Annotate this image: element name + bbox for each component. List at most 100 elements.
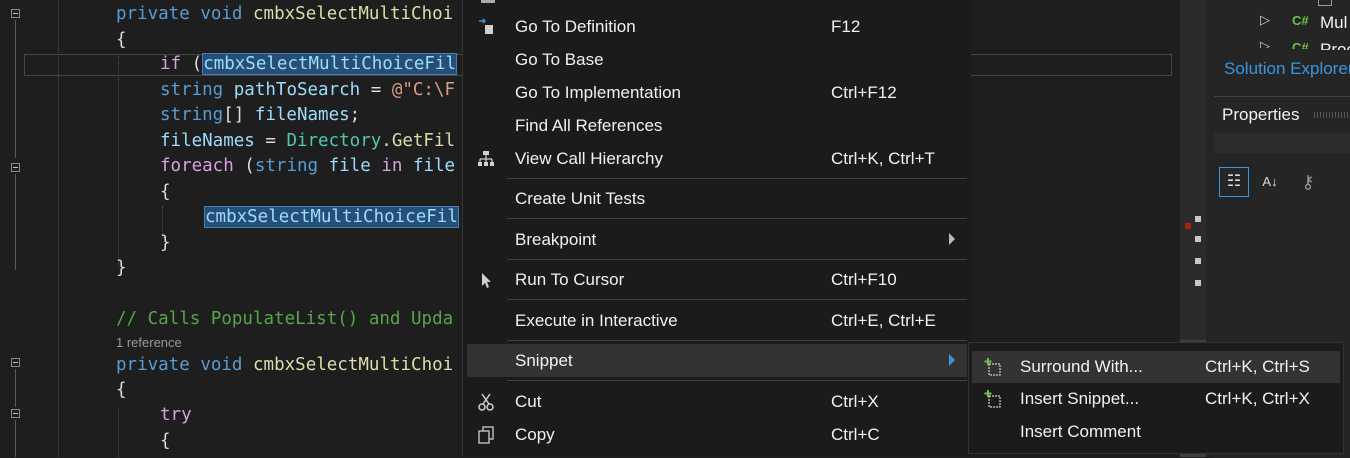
collapse-toggle[interactable] bbox=[11, 358, 20, 367]
menu-item-run-to-cursor[interactable]: Run To Cursor Ctrl+F10 bbox=[467, 263, 967, 296]
code-token: fileNames bbox=[254, 105, 350, 125]
properties-object-selector[interactable] bbox=[1214, 133, 1350, 153]
submenu-item-label: Surround With... bbox=[1020, 357, 1143, 376]
collapse-toggle[interactable] bbox=[11, 409, 20, 418]
code-token: { bbox=[160, 431, 171, 451]
code-token: Directory bbox=[286, 131, 382, 151]
menu-separator bbox=[507, 299, 967, 300]
code-token: if bbox=[160, 54, 182, 74]
menu-item-partial-icon bbox=[481, 0, 495, 3]
menu-separator bbox=[507, 259, 967, 260]
scissors-icon bbox=[477, 393, 495, 411]
code-line[interactable]: } bbox=[160, 232, 171, 254]
menu-separator bbox=[507, 380, 967, 381]
scroll-marker bbox=[1195, 280, 1201, 286]
menu-item-shortcut: Ctrl+K, Ctrl+T bbox=[831, 149, 935, 168]
code-token: ; bbox=[349, 105, 361, 125]
code-token: { bbox=[116, 30, 127, 50]
menu-item-label: Create Unit Tests bbox=[515, 189, 646, 208]
expand-arrow-icon[interactable]: ▷ bbox=[1260, 38, 1270, 48]
menu-item-breakpoint[interactable]: Breakpoint bbox=[467, 223, 967, 256]
menu-item-cut[interactable]: Cut Ctrl+X bbox=[467, 385, 967, 418]
menu-item-execute-in-interactive[interactable]: Execute in Interactive Ctrl+E, Ctrl+E bbox=[467, 304, 967, 337]
menu-item-create-unit-tests[interactable]: Create Unit Tests bbox=[467, 182, 967, 215]
menu-item-view-call-hierarchy[interactable]: View Call Hierarchy Ctrl+K, Ctrl+T bbox=[467, 142, 967, 175]
code-token: fileNames bbox=[160, 131, 255, 151]
code-line[interactable]: string[] fileNames; bbox=[160, 104, 360, 126]
code-line[interactable]: { bbox=[160, 430, 171, 452]
tree-item-label[interactable]: Proc bbox=[1320, 40, 1350, 50]
menu-item-shortcut: Ctrl+C bbox=[831, 425, 880, 444]
snippet-add-icon bbox=[984, 358, 1002, 376]
menu-item-label: Go To Implementation bbox=[515, 83, 681, 102]
code-token: cmbxSelectMultiChoiceFil bbox=[202, 53, 458, 75]
code-token: string bbox=[254, 156, 319, 176]
menu-item-go-to-base[interactable]: Go To Base bbox=[467, 43, 967, 76]
code-token: ( bbox=[233, 156, 255, 176]
code-line[interactable]: { bbox=[116, 29, 127, 51]
categorized-view-icon[interactable]: ☷ bbox=[1219, 167, 1249, 197]
code-line[interactable]: fileNames = Directory.GetFil bbox=[160, 130, 455, 152]
menu-item-shortcut: Ctrl+F12 bbox=[831, 83, 897, 102]
code-line[interactable]: if (cmbxSelectMultiChoiceFil bbox=[160, 53, 458, 75]
alphabetical-view-icon[interactable]: A↓ bbox=[1256, 167, 1284, 197]
copy-icon bbox=[477, 426, 495, 444]
csharp-project-icon: C# bbox=[1292, 40, 1309, 49]
code-line[interactable]: foreach (string file in file bbox=[160, 155, 455, 177]
code-token: string bbox=[160, 105, 224, 125]
menu-item-label: Cut bbox=[515, 392, 542, 411]
collapse-toggle[interactable] bbox=[11, 163, 20, 172]
scroll-marker bbox=[1195, 236, 1201, 242]
menu-item-copy[interactable]: Copy Ctrl+C bbox=[467, 418, 967, 451]
tab-solution-explorer[interactable]: Solution Explorer bbox=[1224, 59, 1350, 79]
code-token: in bbox=[381, 156, 403, 176]
code-token: @"C:\F bbox=[391, 80, 456, 100]
code-line[interactable]: string pathToSearch = @"C:\F bbox=[160, 79, 455, 101]
code-line[interactable]: { bbox=[160, 181, 171, 203]
snippet-submenu: Surround With... Ctrl+K, Ctrl+S Insert S… bbox=[968, 342, 1344, 454]
collapse-toggle[interactable] bbox=[11, 9, 20, 18]
code-token: private bbox=[116, 355, 190, 375]
submenu-item-insert-comment[interactable]: Insert Comment bbox=[972, 416, 1340, 448]
code-line[interactable]: // Calls PopulateList() and Upda bbox=[116, 308, 453, 330]
menu-item-find-all-references[interactable]: Find All References bbox=[467, 109, 967, 142]
submenu-item-label: Insert Snippet... bbox=[1020, 389, 1140, 408]
code-token: cmbxSelectMultiChoi bbox=[253, 355, 454, 375]
drag-grip[interactable] bbox=[1314, 112, 1350, 118]
menu-item-label: Execute in Interactive bbox=[515, 311, 678, 330]
menu-separator bbox=[507, 218, 967, 219]
menu-item-shortcut: F12 bbox=[831, 17, 861, 36]
indent-guide bbox=[118, 408, 119, 457]
code-line[interactable]: private void cmbxSelectMultiChoi bbox=[116, 354, 453, 376]
menu-item-label: Snippet bbox=[515, 351, 573, 370]
menu-item-go-to-definition[interactable]: Go To Definition F12 bbox=[467, 10, 967, 43]
code-line[interactable]: cmbxSelectMultiChoiceFil bbox=[204, 206, 459, 228]
code-token: { bbox=[116, 380, 127, 400]
reference-codelens[interactable]: 1 reference bbox=[116, 335, 182, 350]
menu-item-shortcut: Ctrl+F10 bbox=[831, 270, 897, 289]
submenu-item-insert-snippet[interactable]: Insert Snippet... Ctrl+K, Ctrl+X bbox=[972, 383, 1340, 415]
menu-item-go-to-implementation[interactable]: Go To Implementation Ctrl+F12 bbox=[467, 76, 967, 109]
context-menu: Go To Definition F12 Go To Base Go To Im… bbox=[462, 0, 971, 457]
code-line[interactable]: private void cmbxSelectMultiChoi bbox=[116, 3, 453, 25]
menu-item-label: Find All References bbox=[515, 116, 663, 135]
property-pages-wrench-icon[interactable]: ⚷ bbox=[1294, 167, 1322, 197]
scroll-marker-error bbox=[1185, 223, 1191, 229]
menu-item-label: Breakpoint bbox=[515, 230, 597, 249]
expand-arrow-icon[interactable]: ▷ bbox=[1260, 12, 1270, 28]
code-line[interactable]: } bbox=[116, 257, 127, 279]
code-line[interactable]: { bbox=[116, 379, 127, 401]
code-line[interactable]: try bbox=[160, 404, 192, 426]
submenu-item-surround-with[interactable]: Surround With... Ctrl+K, Ctrl+S bbox=[972, 351, 1340, 383]
code-token: file bbox=[412, 156, 456, 176]
menu-item-snippet[interactable]: Snippet bbox=[467, 344, 967, 377]
menu-item-label: Go To Definition bbox=[515, 17, 636, 36]
solution-explorer-tree[interactable]: ▷ C# Mul ▷ C# Proc Solution Explorer bbox=[1206, 0, 1350, 88]
code-token: // Calls PopulateList() and Upda bbox=[116, 309, 454, 329]
submenu-arrow-icon bbox=[949, 233, 955, 245]
tree-item-label[interactable]: Mul bbox=[1320, 13, 1347, 33]
goto-definition-icon bbox=[477, 18, 495, 36]
